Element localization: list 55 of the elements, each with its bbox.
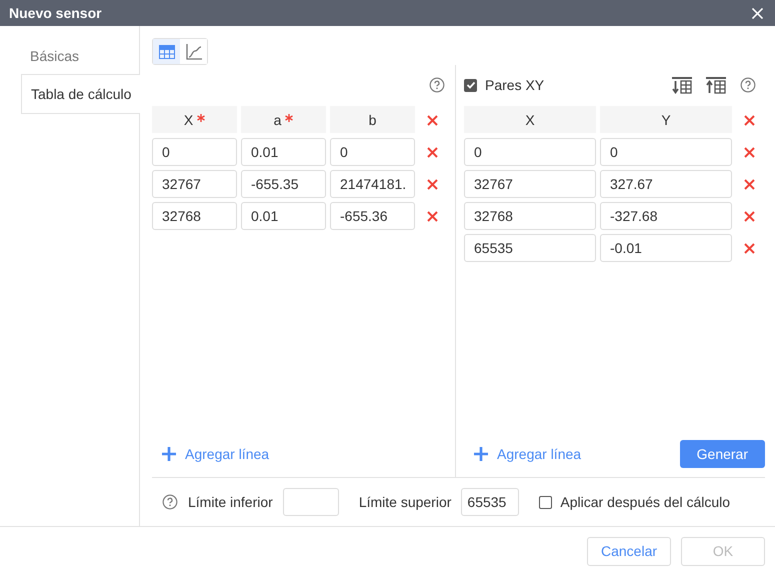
delete-icon[interactable]: [744, 178, 754, 190]
column-header: Y: [600, 106, 732, 133]
table-input[interactable]: 0: [330, 138, 415, 166]
checkbox[interactable]: [464, 78, 477, 92]
required-icon: [197, 114, 206, 122]
column-header: b: [330, 106, 415, 133]
input-field[interactable]: 65535: [461, 488, 520, 516]
table-input[interactable]: 32768: [152, 202, 237, 230]
view-toggle-button[interactable]: [153, 39, 180, 64]
table-input[interactable]: -655.36: [330, 202, 415, 230]
insert-row-below-icon[interactable]: [672, 76, 692, 94]
table-input[interactable]: -327.68: [600, 202, 732, 230]
help-icon[interactable]: [162, 494, 178, 510]
table-input[interactable]: 65535: [464, 234, 596, 262]
table-icon: [158, 44, 174, 58]
delete-icon[interactable]: [426, 146, 438, 158]
sidebar-tab[interactable]: Tabla de cálculo: [21, 74, 140, 114]
table-input[interactable]: 0: [600, 138, 732, 166]
help-icon[interactable]: [740, 77, 756, 93]
column-header: a: [241, 106, 326, 133]
help-icon[interactable]: [429, 77, 445, 93]
input-field[interactable]: [282, 488, 339, 516]
table-input[interactable]: 327.67: [600, 170, 732, 198]
table-input[interactable]: 0: [152, 138, 237, 166]
plus-icon: [162, 447, 176, 461]
delete-icon[interactable]: [426, 178, 438, 190]
delete-icon[interactable]: [744, 114, 754, 126]
table-input[interactable]: -655.35: [241, 170, 326, 198]
delete-icon[interactable]: [744, 210, 754, 222]
line-chart-icon: [186, 44, 202, 60]
plus-icon: [474, 447, 488, 461]
checkbox-label: Pares XY: [485, 77, 544, 93]
delete-icon[interactable]: [426, 114, 438, 126]
table-input[interactable]: -0.01: [600, 234, 732, 262]
delete-icon[interactable]: [426, 210, 438, 222]
close-icon[interactable]: [752, 8, 763, 18]
delete-icon[interactable]: [744, 242, 754, 254]
table-input[interactable]: 32768: [464, 202, 596, 230]
checkbox-label: Aplicar después del cálculo: [560, 494, 730, 510]
table-input[interactable]: 32767: [464, 170, 596, 198]
checkbox[interactable]: [539, 496, 552, 508]
table-input[interactable]: 0: [464, 138, 596, 166]
required-icon: [285, 114, 294, 122]
table-input[interactable]: 0.01: [241, 138, 326, 166]
table-input[interactable]: 32767: [152, 170, 237, 198]
column-header: X: [464, 106, 596, 133]
table-input[interactable]: 0.01: [241, 202, 326, 230]
table-input[interactable]: 21474181.: [330, 170, 415, 198]
window-title: Nuevo sensor: [9, 5, 102, 21]
field-label: Límite inferior: [188, 494, 273, 510]
delete-icon[interactable]: [744, 146, 754, 158]
sidebar-tab[interactable]: Básicas: [21, 40, 139, 72]
insert-row-above-icon[interactable]: [706, 76, 726, 94]
field-label: Límite superior: [358, 494, 452, 510]
column-header: X: [152, 106, 237, 133]
